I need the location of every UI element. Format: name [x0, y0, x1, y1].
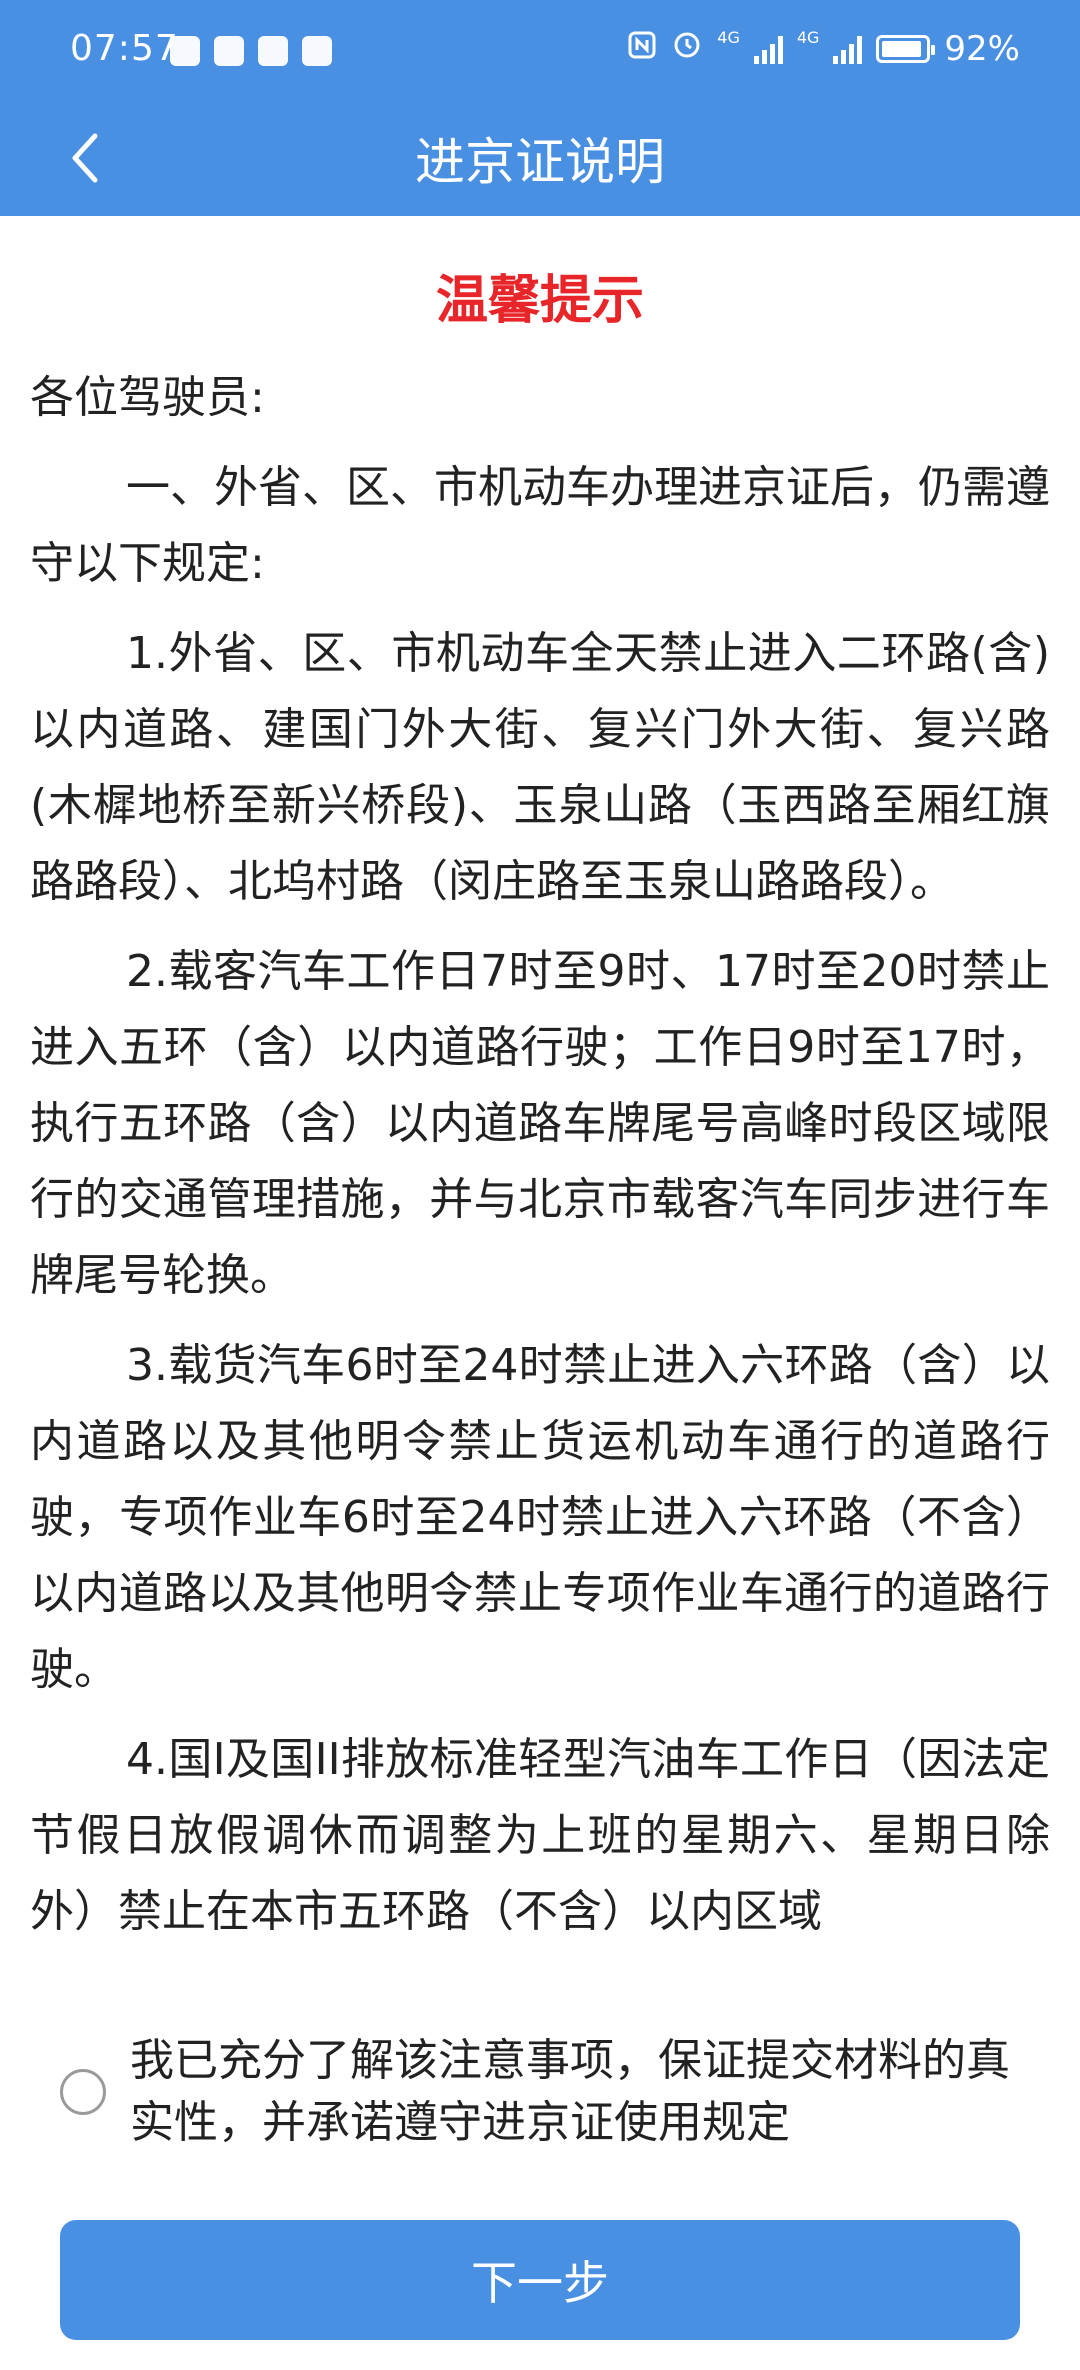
status-right-group: 4G 4G 92%	[627, 28, 1020, 69]
cloud-notification-icon	[214, 36, 244, 66]
shield-notification-icon	[258, 36, 288, 66]
agreement-text: 我已充分了解该注意事项，保证提交材料的真实性，并承诺遵守进京证使用规定	[130, 2035, 1010, 2148]
notice-paragraph: 3.载货汽车6时至24时禁止进入六环路（含）以内道路以及其他明令禁止货运机动车通…	[30, 1340, 1050, 1695]
bottom-panel: 我已充分了解该注意事项，保证提交材料的真实性，并承诺遵守进京证使用规定 下一步	[0, 1990, 1080, 2370]
upload-notification-icon	[170, 36, 200, 66]
notice-paragraph: 一、外省、区、市机动车办理进京证后，仍需遵守以下规定:	[30, 462, 1050, 589]
agreement-checkbox-row[interactable]: 我已充分了解该注意事项，保证提交材料的真实性，并承诺遵守进京证使用规定	[60, 2030, 1020, 2154]
alarm-icon	[671, 28, 703, 69]
notice-paragraph: 1.外省、区、市机动车全天禁止进入二环路(含)以内道路、建国门外大街、复兴门外大…	[30, 628, 1050, 907]
page-title: 进京证说明	[415, 133, 665, 191]
battery-icon	[876, 34, 936, 63]
nav-bar: 进京证说明	[0, 100, 1080, 216]
battery-percent: 92%	[944, 28, 1020, 69]
notice-content[interactable]: 温馨提示 各位驾驶员: 一、外省、区、市机动车办理进京证后，仍需遵守以下规定: …	[0, 216, 1080, 1990]
status-bar: 07:57 4G 4G 92%	[0, 0, 1080, 100]
notice-paragraph: 4.国I及国II排放标准轻型汽油车工作日（因法定节假日放假调休而调整为上班的星期…	[30, 1734, 1050, 1937]
nfc-icon	[627, 29, 657, 69]
signal-icon-2	[833, 34, 863, 64]
chevron-left-icon	[72, 133, 98, 183]
notice-greeting: 各位驾驶员:	[30, 372, 265, 423]
notification-icons	[170, 36, 332, 66]
next-step-button[interactable]: 下一步	[60, 2220, 1020, 2340]
notice-body: 温馨提示 各位驾驶员: 一、外省、区、市机动车办理进京证后，仍需遵守以下规定: …	[0, 216, 1080, 1950]
signal-icon-1	[753, 34, 783, 64]
cloud-notification-icon-2	[302, 36, 332, 66]
notice-paragraph: 2.载客汽车工作日7时至9时、17时至20时禁止进入五环（含）以内道路行驶；工作…	[30, 946, 1050, 1301]
agreement-radio[interactable]	[60, 2069, 106, 2115]
status-time: 07:57	[70, 28, 179, 69]
back-button[interactable]	[40, 120, 130, 196]
notice-title: 温馨提示	[435, 271, 644, 331]
network-type-1: 4G	[717, 28, 740, 47]
network-type-2: 4G	[796, 28, 820, 47]
app-screen: 07:57 4G 4G 92% 进京证说明 温馨提示 各位驾驶员: 一、外省、区…	[0, 0, 1080, 2370]
